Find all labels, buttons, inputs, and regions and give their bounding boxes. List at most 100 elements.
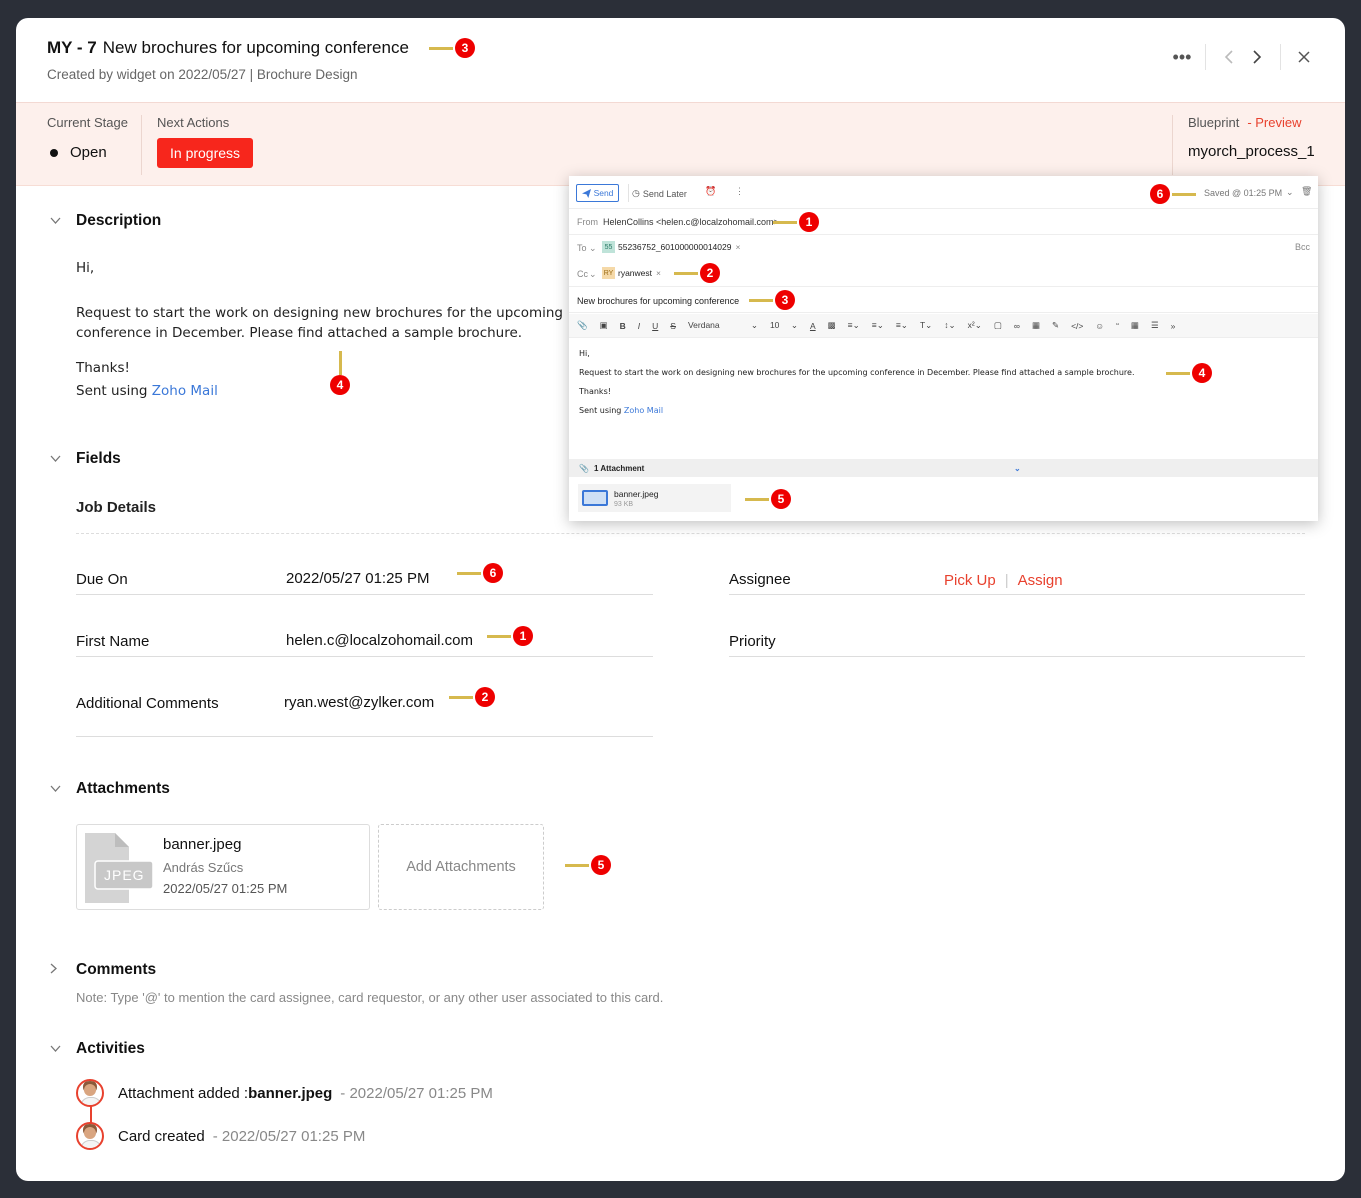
zoho-mail-link[interactable]: Zoho Mail <box>152 383 218 399</box>
avatar <box>76 1122 104 1150</box>
activities-heading: Activities <box>76 1040 145 1057</box>
comments-section-toggle[interactable]: Comments <box>50 961 156 979</box>
current-stage-label: Current Stage <box>47 115 128 130</box>
description-line: conference in December. Please find atta… <box>76 325 523 341</box>
reminder-icon[interactable]: ⏰ <box>705 186 716 197</box>
settings-icon[interactable]: ☰ <box>1151 320 1159 331</box>
clear-format-icon[interactable]: T⌄ <box>920 320 932 331</box>
comments-note: Note: Type '@' to mention the card assig… <box>76 990 664 1005</box>
quote-icon[interactable]: “ <box>1116 321 1119 331</box>
callout-marker: 6 <box>457 563 503 583</box>
card-header: MY - 7 New brochures for upcoming confere… <box>16 18 1345 103</box>
field-priority: Priority <box>729 617 1305 657</box>
image-icon[interactable]: ▣ <box>600 320 608 331</box>
stage-dot-icon <box>50 148 58 157</box>
insert-image-icon[interactable]: ▢ <box>994 320 1002 331</box>
email-line: Request to start the work on designing n… <box>579 368 1135 377</box>
avatar <box>76 1079 104 1107</box>
subject-field[interactable]: New brochures for upcoming conference <box>569 287 1318 313</box>
previous-icon[interactable] <box>1218 46 1240 68</box>
chevron-down-icon <box>50 215 62 227</box>
field-additional-comments: Additional Comments ryan.west@zylker.com <box>76 679 653 737</box>
image-file-icon <box>582 490 608 506</box>
current-stage-value: Open <box>70 144 107 161</box>
more-options-icon[interactable]: ⋮ <box>735 186 744 197</box>
bold-icon[interactable]: B <box>620 321 626 331</box>
indent-icon[interactable]: ≡⌄ <box>896 320 908 331</box>
description-thanks: Thanks! <box>76 360 130 376</box>
attachment-date: 2022/05/27 01:25 PM <box>163 881 288 896</box>
code-icon[interactable]: </> <box>1071 321 1083 331</box>
trash-icon[interactable]: 🗑 <box>1301 186 1312 197</box>
close-icon[interactable] <box>1293 46 1315 68</box>
activity-text: Card created <box>118 1127 205 1145</box>
description-greeting: Hi, <box>76 260 95 276</box>
superscript-icon[interactable]: x²⌄ <box>968 320 982 331</box>
divider <box>1172 115 1173 175</box>
chevron-down-icon <box>50 783 62 795</box>
activity-time: - 2022/05/27 01:25 PM <box>212 1127 366 1145</box>
to-label: To <box>577 243 587 253</box>
italic-icon[interactable]: I <box>638 321 640 331</box>
send-button[interactable]: Send <box>576 184 619 202</box>
chevron-down-icon[interactable]: ⌄ <box>1286 187 1294 198</box>
close-icon: × <box>656 268 661 278</box>
assign-link[interactable]: Assign <box>1018 572 1063 589</box>
line-spacing-icon[interactable]: ↕⌄ <box>944 320 955 331</box>
card-id: MY - 7 <box>47 38 97 57</box>
first-name-value[interactable]: helen.c@localzohomail.com <box>286 632 473 649</box>
card-subtitle: Created by widget on 2022/05/27 | Brochu… <box>47 67 358 82</box>
font-size-select[interactable]: 10 ⌄ <box>770 320 798 331</box>
emoji-icon[interactable]: ☺ <box>1095 321 1104 331</box>
description-section-toggle[interactable]: Description <box>50 212 161 230</box>
table-icon[interactable]: ▦ <box>1032 320 1040 331</box>
callout-marker: 2 <box>674 263 720 283</box>
callout-marker: 6 <box>1150 184 1196 204</box>
list-icon[interactable]: ≡⌄ <box>872 320 884 331</box>
expand-icon[interactable]: ⌄ <box>1014 464 1021 473</box>
blueprint-preview-link[interactable]: - Preview <box>1247 115 1301 130</box>
priority-label: Priority <box>729 633 776 650</box>
grid-icon[interactable]: ▦ <box>1131 320 1139 331</box>
more-options-icon[interactable]: ••• <box>1171 46 1193 68</box>
pick-up-link[interactable]: Pick Up <box>944 572 996 589</box>
due-on-label: Due On <box>76 571 128 588</box>
additional-comments-value[interactable]: ryan.west@zylker.com <box>284 694 434 711</box>
email-body[interactable]: Hi, Request to start the work on designi… <box>579 344 1134 420</box>
chevron-down-icon[interactable]: ⌄ <box>589 269 597 280</box>
attachment-bar[interactable]: 📎 1 Attachment ⌄ <box>569 459 1318 477</box>
to-recipient-chip[interactable]: 55 55236752_601000000014029 × <box>602 241 740 253</box>
cc-recipient-chip[interactable]: RY ryanwest × <box>602 267 661 279</box>
card-title-text: New brochures for upcoming conference <box>102 38 409 57</box>
in-progress-button[interactable]: In progress <box>157 138 254 168</box>
next-icon[interactable] <box>1246 46 1268 68</box>
chevron-down-icon <box>50 1043 62 1055</box>
highlight-icon[interactable]: ▩ <box>828 320 836 331</box>
chevron-down-icon[interactable]: ⌄ <box>589 243 597 254</box>
callout-marker: 4 <box>330 375 350 395</box>
divider <box>76 533 1305 534</box>
bcc-link[interactable]: Bcc <box>1295 242 1310 252</box>
align-icon[interactable]: ≡⌄ <box>848 320 860 331</box>
send-later-button[interactable]: ◷ Send Later <box>632 188 687 199</box>
blueprint-label: Blueprint <box>1188 115 1240 130</box>
attach-icon[interactable]: 📎 <box>577 320 588 331</box>
email-attachment-file[interactable]: banner.jpeg 93 KB <box>578 484 731 512</box>
add-attachments-button[interactable]: Add Attachments <box>378 824 544 910</box>
text-color-icon[interactable]: A <box>810 321 816 331</box>
signature-icon[interactable]: ✎ <box>1052 320 1059 331</box>
font-select[interactable]: Verdana ⌄ <box>688 320 758 331</box>
zoho-mail-link[interactable]: Zoho Mail <box>624 406 663 415</box>
more-icon[interactable]: » <box>1171 321 1176 331</box>
strikethrough-icon[interactable]: S <box>670 321 676 331</box>
email-greeting: Hi, <box>579 349 590 358</box>
underline-icon[interactable]: U <box>652 321 658 331</box>
link-icon[interactable]: ∞ <box>1014 321 1020 331</box>
fields-section-toggle[interactable]: Fields <box>50 450 121 468</box>
attachments-section-toggle[interactable]: Attachments <box>50 780 170 798</box>
due-on-value[interactable]: 2022/05/27 01:25 PM <box>286 570 429 587</box>
attachment-name: banner.jpeg <box>163 836 242 853</box>
attachment-tile[interactable]: JPEG banner.jpeg András Szűcs 2022/05/27… <box>76 824 370 910</box>
activities-section-toggle[interactable]: Activities <box>50 1040 145 1058</box>
next-actions: Next Actions In progress <box>157 115 254 168</box>
